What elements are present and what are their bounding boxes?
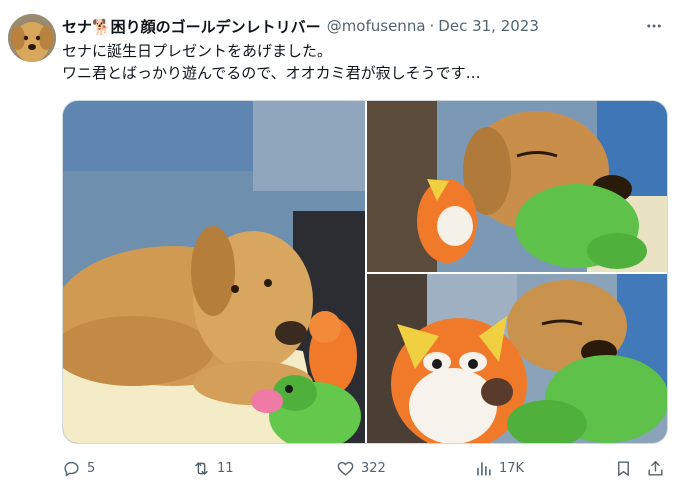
retweet-icon — [195, 461, 208, 475]
heart-icon — [337, 461, 354, 476]
tweet-text-line: ワニ君とばっかり遊んでるので、オオカミ君が寂しそうです… — [62, 64, 481, 82]
like-button[interactable]: 322 — [336, 459, 386, 478]
views-button[interactable]: 17K — [474, 459, 524, 478]
share-button[interactable] — [646, 459, 665, 478]
reply-button[interactable]: 5 — [62, 459, 95, 478]
photo-dog-on-sofa[interactable] — [63, 101, 365, 443]
reply-count: 5 — [87, 460, 96, 476]
action-bar: 5 11 322 17K — [62, 456, 664, 480]
views-count: 17K — [499, 460, 525, 476]
tweet-header: セナ🐕困り顔のゴールデンレトリバー @mofusenna · Dec 31, 2… — [62, 14, 660, 38]
retweet-button[interactable]: 11 — [192, 459, 234, 478]
display-name[interactable]: セナ🐕困り顔のゴールデンレトリバー — [62, 16, 321, 37]
separator-dot: · — [429, 17, 435, 35]
photo-fox-toy[interactable] — [367, 274, 667, 443]
tweet-text-line: セナに誕生日プレゼントをあげました。 — [62, 42, 333, 60]
tweet-date[interactable]: Dec 31, 2023 — [438, 17, 539, 35]
avatar[interactable] — [8, 14, 56, 62]
photo-dog-biting-toy[interactable] — [367, 101, 667, 272]
bookmark-button[interactable] — [614, 459, 633, 478]
bookmark-icon — [618, 460, 629, 476]
views-icon — [477, 461, 491, 476]
reply-icon — [64, 461, 79, 476]
like-count: 322 — [361, 460, 386, 476]
share-icon — [648, 460, 663, 476]
more-icon[interactable] — [644, 16, 664, 36]
media-grid — [62, 100, 668, 444]
user-handle[interactable]: @mofusenna — [327, 17, 426, 35]
tweet-text: セナに誕生日プレゼントをあげました。 ワニ君とばっかり遊んでるので、オオカミ君が… — [62, 40, 664, 84]
retweet-count: 11 — [217, 460, 234, 476]
